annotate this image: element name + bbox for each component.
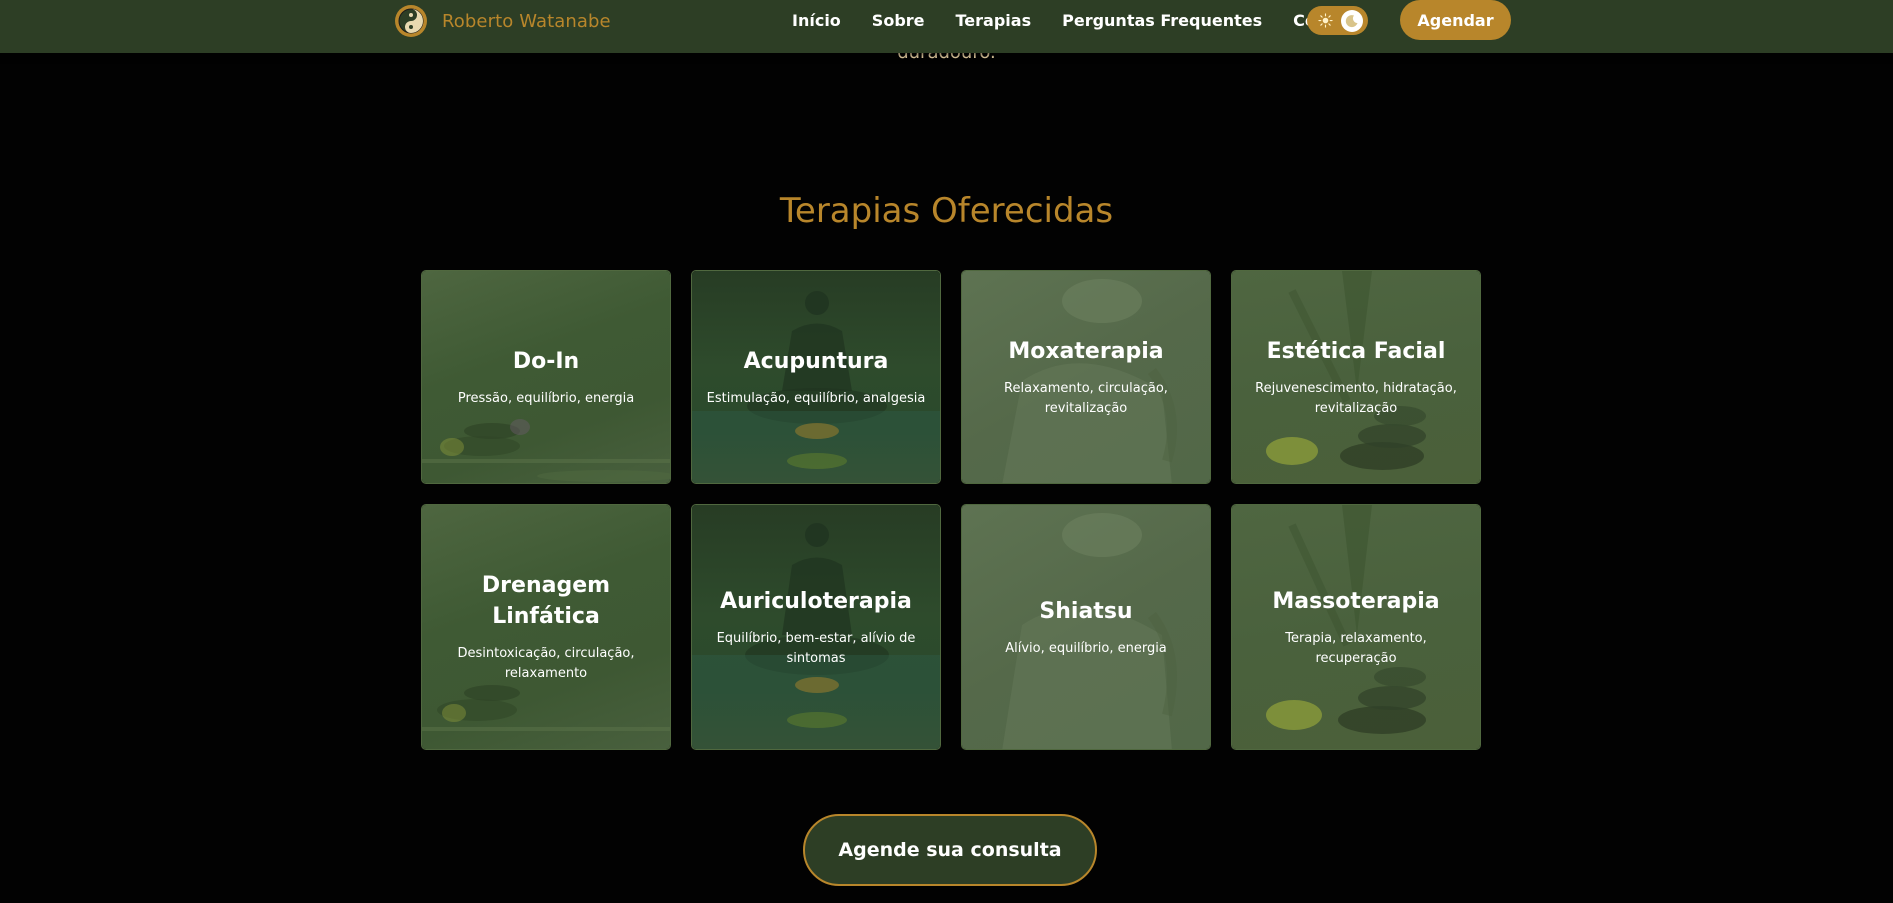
sun-icon [1318, 13, 1333, 28]
moon-icon [1341, 10, 1363, 32]
therapy-card-do-in[interactable]: Do-In Pressão, equilíbrio, energia [421, 270, 671, 484]
card-description: Estimulação, equilíbrio, analgesia [706, 390, 926, 406]
therapy-card-moxaterapia[interactable]: Moxaterapia Relaxamento, circulação, rev… [961, 270, 1211, 484]
card-title: Auriculoterapia [720, 588, 912, 614]
nav-link-sobre[interactable]: Sobre [872, 11, 925, 30]
therapy-card-auriculoterapia[interactable]: Auriculoterapia Equilíbrio, bem-estar, a… [691, 504, 941, 750]
card-description: Alívio, equilíbrio, energia [1005, 640, 1167, 656]
card-title: Do-In [512, 348, 580, 374]
therapy-card-drenagem-linfatica[interactable]: Drenagem Linfática Desintoxicação, circu… [421, 504, 671, 750]
card-description: Equilíbrio, bem-estar, alívio de sintoma… [716, 630, 916, 666]
section-title: Terapias Oferecidas [779, 191, 1114, 231]
schedule-button[interactable]: Agendar [1400, 0, 1511, 40]
navbar: Roberto Watanabe Início Sobre Terapias P… [0, 0, 1893, 53]
nav-links: Início Sobre Terapias Perguntas Frequent… [792, 11, 1395, 30]
card-title: Acupuntura [743, 348, 889, 374]
therapy-card-acupuntura[interactable]: Acupuntura Estimulação, equilíbrio, anal… [691, 270, 941, 484]
brand-name: Roberto Watanabe [442, 10, 611, 32]
theme-toggle[interactable] [1307, 6, 1368, 35]
card-title: Estética Facial [1266, 338, 1446, 364]
nav-link-inicio[interactable]: Início [792, 11, 841, 30]
card-description: Desintoxicação, circulação, relaxamento [457, 646, 635, 681]
card-description: Terapia, relaxamento, recuperação [1285, 630, 1427, 666]
card-description: Relaxamento, circulação, revitalização [1004, 380, 1168, 416]
nav-link-terapias[interactable]: Terapias [956, 11, 1032, 30]
card-title: Massoterapia [1272, 588, 1440, 614]
brand[interactable]: Roberto Watanabe [395, 4, 611, 38]
card-title: Drenagem Linfática [481, 573, 611, 629]
schedule-consultation-button[interactable]: Agende sua consulta [803, 814, 1097, 886]
card-title: Moxaterapia [1008, 338, 1164, 364]
card-description: Pressão, equilíbrio, energia [457, 390, 635, 406]
therapy-card-shiatsu[interactable]: Shiatsu Alívio, equilíbrio, energia [961, 504, 1211, 750]
therapy-card-massoterapia[interactable]: Massoterapia Terapia, relaxamento, recup… [1231, 504, 1481, 750]
card-title: Shiatsu [1039, 598, 1133, 624]
therapy-card-estetica-facial[interactable]: Estética Facial Rejuvenescimento, hidrat… [1231, 270, 1481, 484]
card-description: Rejuvenescimento, hidratação, revitaliza… [1255, 380, 1457, 416]
page: duradouro. Roberto Watanabe Início Sobre… [0, 0, 1893, 903]
yin-yang-icon [395, 5, 427, 37]
nav-link-perguntas-frequentes[interactable]: Perguntas Frequentes [1062, 11, 1262, 30]
